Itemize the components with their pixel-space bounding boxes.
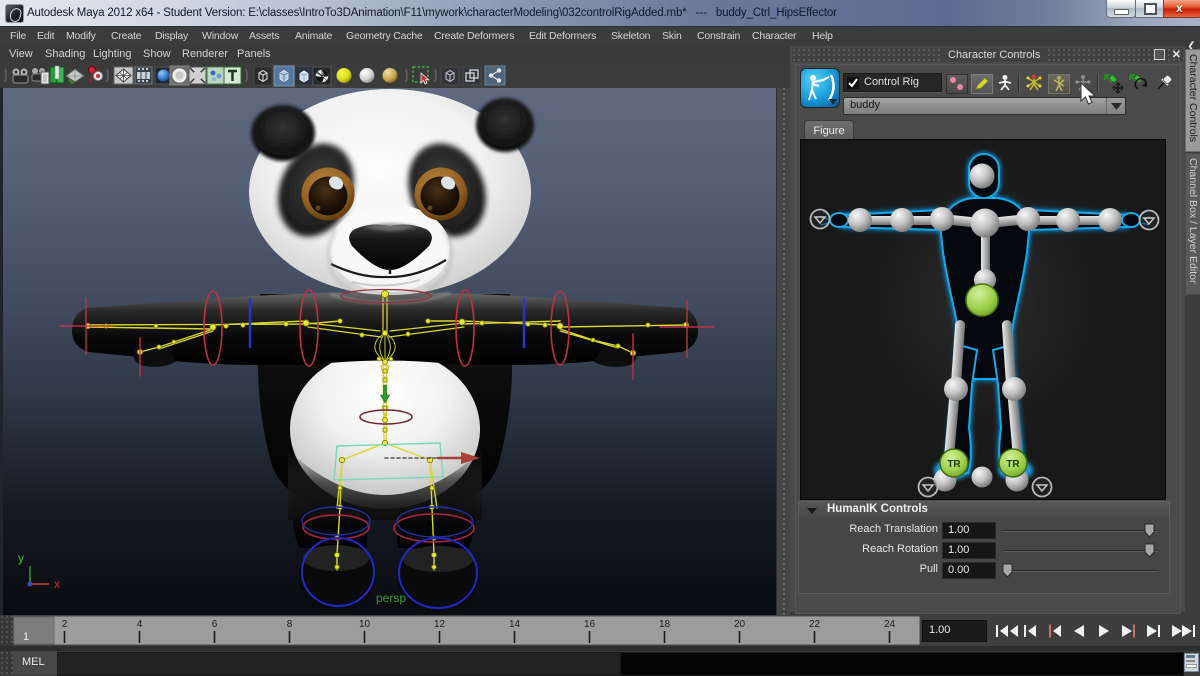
svg-text:14: 14 xyxy=(509,619,521,630)
svg-text:8: 8 xyxy=(287,619,293,630)
svg-text:TR: TR xyxy=(947,459,961,470)
svg-text:10: 10 xyxy=(359,619,371,630)
svg-text:6: 6 xyxy=(212,619,218,630)
svg-text:18: 18 xyxy=(659,619,671,630)
svg-text:TR: TR xyxy=(1006,459,1020,470)
svg-text:22: 22 xyxy=(809,619,821,630)
svg-text:y: y xyxy=(18,551,24,565)
svg-text:24: 24 xyxy=(884,619,896,630)
svg-text:12: 12 xyxy=(434,619,446,630)
svg-text:4: 4 xyxy=(137,619,143,630)
svg-text:20: 20 xyxy=(734,619,746,630)
svg-text:2: 2 xyxy=(62,619,68,630)
svg-text:x: x xyxy=(54,577,60,591)
svg-text:16: 16 xyxy=(584,619,596,630)
svg-text:1: 1 xyxy=(23,631,29,643)
svg-text:persp: persp xyxy=(376,591,406,605)
